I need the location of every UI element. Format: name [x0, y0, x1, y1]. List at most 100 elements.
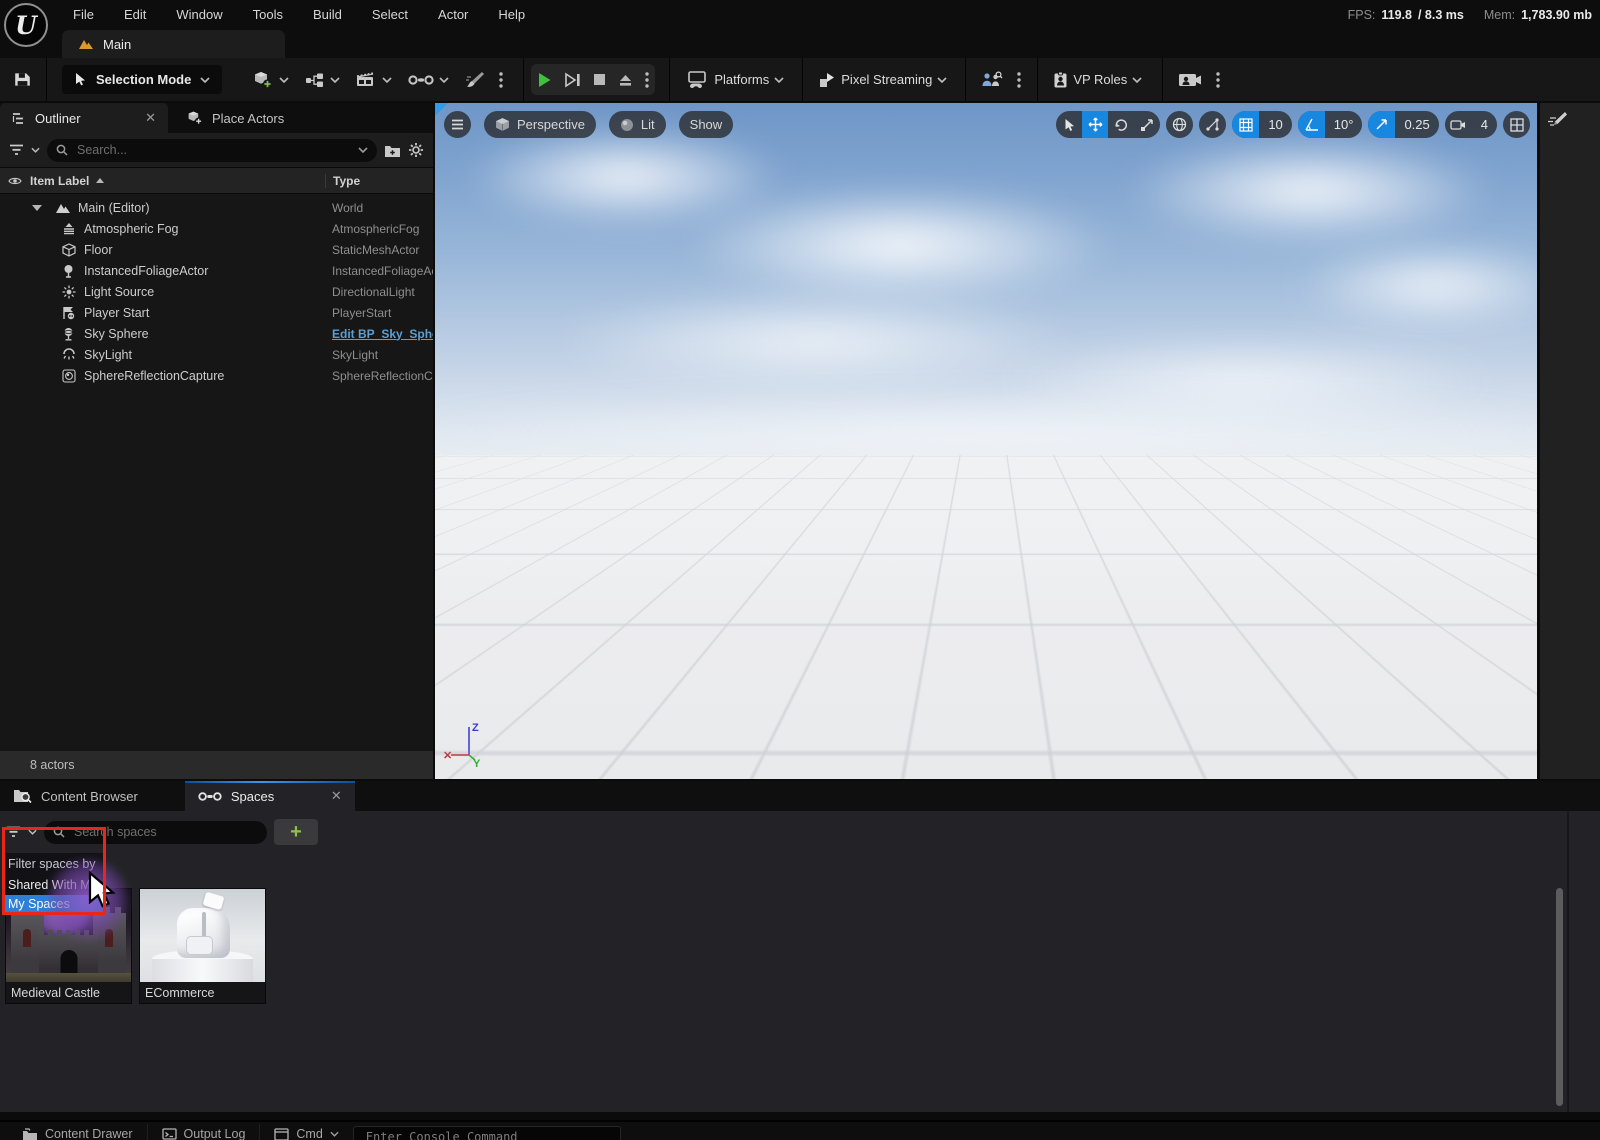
outliner-icon [12, 112, 27, 125]
brush-icon [465, 71, 485, 89]
select-arrow-icon [1064, 118, 1075, 132]
selection-mode-dropdown[interactable]: Selection Mode [62, 65, 222, 94]
outliner-search-input[interactable] [75, 142, 351, 158]
edit-pencil-icon[interactable] [1546, 110, 1568, 130]
paint-mode-button[interactable] [457, 58, 493, 101]
new-folder-icon[interactable] [384, 143, 401, 158]
stop-button[interactable] [593, 73, 606, 86]
sky-light-icon [60, 348, 77, 361]
add-space-button[interactable]: + [274, 819, 318, 845]
menu-build[interactable]: Build [298, 0, 357, 30]
filter-spaces-menu: Filter spaces by Shared With Me My Space… [2, 853, 106, 914]
perspective-dropdown[interactable]: Perspective [484, 111, 596, 138]
multi-user-kebab[interactable] [1011, 58, 1027, 101]
filter-option-shared-with-me[interactable]: Shared With Me [2, 876, 106, 895]
space-card-ecommerce[interactable]: ECommerce [139, 888, 266, 1004]
item-label-column-header[interactable]: Item Label [30, 174, 325, 188]
viewport-options-button[interactable] [444, 111, 471, 138]
spaces-toolbar-dropdown[interactable] [400, 58, 457, 101]
outliner-row-skylight[interactable]: SkyLight SkyLight [0, 344, 433, 365]
platforms-dropdown[interactable]: Platforms [677, 58, 792, 101]
move-icon [1088, 117, 1103, 132]
tab-outliner[interactable]: Outliner ✕ [0, 103, 168, 133]
output-log-icon [162, 1127, 177, 1140]
lit-mode-dropdown[interactable]: Lit [609, 111, 666, 138]
show-flags-dropdown[interactable]: Show [679, 111, 734, 138]
outliner-row-light-source[interactable]: Light Source DirectionalLight [0, 281, 433, 302]
scale-tool-button[interactable] [1134, 111, 1160, 138]
output-log-button[interactable]: Output Log [148, 1122, 260, 1140]
spaces-searchbox[interactable] [44, 821, 267, 844]
maximize-viewport-button[interactable] [1503, 111, 1530, 138]
camera-speed-control[interactable]: 4 [1445, 111, 1497, 138]
filter-icon[interactable] [9, 144, 24, 156]
pixel-streaming-dropdown[interactable]: Pixel Streaming [810, 58, 955, 101]
type-column-header[interactable]: Type [325, 174, 433, 188]
menu-select[interactable]: Select [357, 0, 423, 30]
outliner-row-instanced-foliage[interactable]: InstancedFoliageActor InstancedFoliageAc… [0, 260, 433, 281]
menu-tools[interactable]: Tools [238, 0, 298, 30]
menu-help[interactable]: Help [483, 0, 540, 30]
play-options-kebab-icon[interactable] [645, 72, 649, 88]
select-tool-button[interactable] [1056, 111, 1082, 138]
surface-snapping-button[interactable] [1199, 111, 1226, 138]
close-outliner-icon[interactable]: ✕ [145, 110, 156, 126]
world-local-space-button[interactable] [1166, 111, 1193, 138]
tab-spaces[interactable]: Spaces ✕ [185, 781, 355, 811]
play-button[interactable] [537, 72, 552, 88]
cinematics-dropdown[interactable] [348, 58, 400, 101]
virtual-camera-button[interactable] [1170, 58, 1210, 101]
level-viewport[interactable]: Perspective Lit Show [435, 103, 1537, 779]
outliner-row-floor[interactable]: Floor StaticMeshActor [0, 239, 433, 260]
rotate-tool-button[interactable] [1108, 111, 1134, 138]
settings-gear-icon[interactable] [408, 142, 424, 158]
modes-overflow-menu[interactable] [493, 58, 509, 101]
rotation-snap-icon [1298, 111, 1325, 138]
grid-snap-control[interactable]: 10 [1232, 111, 1291, 138]
save-button[interactable] [6, 58, 39, 101]
spaces-filter-chevron-icon[interactable] [28, 829, 37, 835]
tab-main-level[interactable]: Main [62, 30, 285, 58]
menu-file[interactable]: File [58, 0, 109, 30]
camera-kebab[interactable] [1210, 58, 1226, 101]
scale-snap-control[interactable]: 0.25 [1368, 111, 1438, 138]
expand-collapse-icon[interactable] [32, 205, 42, 211]
close-spaces-icon[interactable]: ✕ [331, 788, 342, 804]
tab-content-browser[interactable]: Content Browser [0, 781, 151, 811]
blueprints-dropdown[interactable] [297, 58, 348, 101]
tab-place-actors[interactable]: Place Actors [174, 103, 296, 133]
eject-button[interactable] [618, 73, 633, 87]
filter-option-my-spaces[interactable]: My Spaces [2, 895, 106, 914]
menu-window[interactable]: Window [161, 0, 237, 30]
quad-view-icon [1510, 118, 1524, 132]
frame-time: / 8.3 ms [1418, 0, 1464, 30]
console-command-input[interactable] [364, 1129, 610, 1140]
outliner-row-player-start[interactable]: Player Start PlayerStart [0, 302, 433, 323]
search-options-chevron-icon[interactable] [358, 147, 368, 153]
outliner-row-main-editor[interactable]: Main (Editor) World [0, 197, 433, 218]
frame-skip-button[interactable] [564, 72, 581, 88]
outliner-row-sphere-reflection[interactable]: SphereReflectionCapture SphereReflection… [0, 365, 433, 386]
add-actor-dropdown[interactable] [244, 58, 297, 101]
unreal-logo-icon[interactable]: U [4, 3, 48, 47]
virtual-camera-icon [1178, 71, 1202, 89]
visibility-column-header[interactable] [0, 176, 30, 186]
cmd-dropdown[interactable]: Cmd [260, 1122, 352, 1140]
spaces-scrollbar[interactable] [1556, 888, 1563, 1106]
bottom-tab-bar: Content Browser Spaces ✕ [0, 781, 1600, 811]
content-drawer-button[interactable]: Content Drawer [0, 1122, 147, 1140]
spaces-search-input[interactable] [72, 824, 258, 840]
console-command-field[interactable] [353, 1126, 621, 1140]
menu-actor[interactable]: Actor [423, 0, 483, 30]
edit-blueprint-link[interactable]: Edit BP_Sky_Sphere [325, 327, 433, 341]
vp-roles-dropdown[interactable]: VP Roles [1045, 58, 1150, 101]
outliner-row-atmospheric-fog[interactable]: Atmospheric Fog AtmosphericFog [0, 218, 433, 239]
rotation-snap-control[interactable]: 10° [1298, 111, 1363, 138]
filter-chevron-icon[interactable] [31, 147, 40, 153]
menu-edit[interactable]: Edit [109, 0, 161, 30]
move-tool-button[interactable] [1082, 111, 1108, 138]
spaces-filter-icon[interactable] [6, 826, 21, 838]
outliner-row-sky-sphere[interactable]: Sky Sphere Edit BP_Sky_Sphere [0, 323, 433, 344]
outliner-searchbox[interactable] [47, 139, 377, 162]
multi-user-button[interactable] [973, 58, 1011, 101]
